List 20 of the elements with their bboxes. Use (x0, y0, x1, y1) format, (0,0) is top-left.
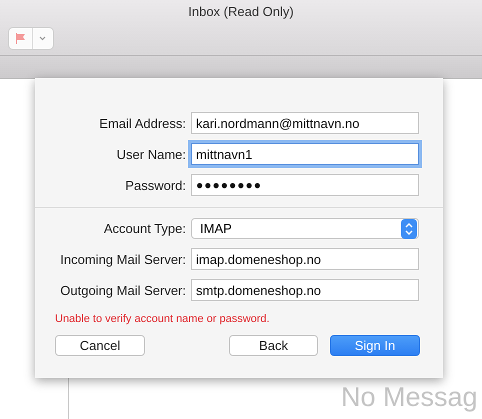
sheet-button[interactable]: Back (229, 335, 318, 356)
flag-icon (15, 33, 26, 44)
stepper-icon (401, 218, 417, 238)
field-label: Account Type: (102, 221, 186, 236)
field-label: Password: (124, 178, 186, 192)
input-field[interactable]: mittnavn1 (191, 143, 419, 165)
password-field[interactable]: ●●●●●●●● (191, 174, 419, 196)
field-label: User Name: (116, 146, 186, 162)
field-label: Incoming Mail Server: (59, 252, 186, 266)
account-type-select[interactable]: IMAP (191, 218, 419, 239)
empty-message: No Messag (341, 382, 478, 413)
field-label: Outgoing Mail Server: (59, 282, 186, 298)
error-message: Unable to verify account name or password. (55, 313, 271, 325)
field-label: Email Address: (98, 116, 186, 130)
input-field[interactable]: kari.nordmann@mittnavn.no (191, 112, 419, 134)
window-title: Inbox (Read Only) (187, 3, 295, 19)
input-field[interactable]: imap.domeneshop.no (191, 248, 419, 270)
flag-button[interactable] (8, 27, 54, 50)
sheet-button[interactable]: Cancel (55, 335, 145, 356)
input-field[interactable]: smtp.domeneshop.no (191, 279, 419, 301)
